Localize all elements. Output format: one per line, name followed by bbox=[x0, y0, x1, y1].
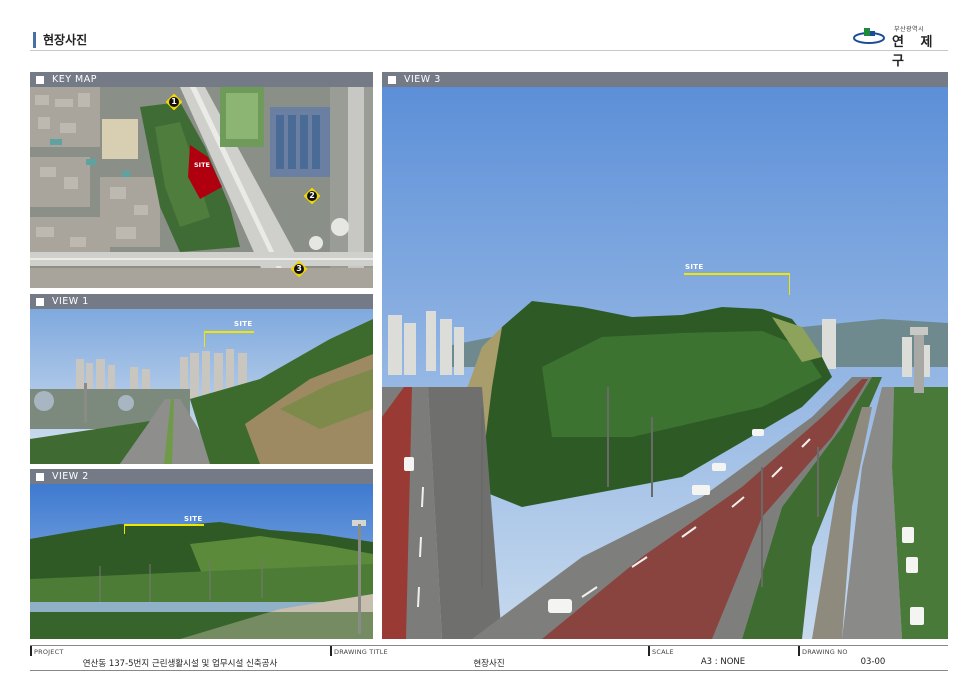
cell-marker bbox=[330, 646, 332, 656]
view2-panel: VIEW 2 SITE bbox=[30, 469, 373, 639]
view1-photo-graphic bbox=[30, 309, 373, 464]
drawing-title-label: DRAWING TITLE bbox=[334, 648, 388, 656]
scale-value: A3 : NONE bbox=[700, 657, 746, 667]
view3-site-tick bbox=[789, 273, 790, 295]
view1-title: VIEW 1 bbox=[52, 296, 89, 307]
cell-marker bbox=[30, 646, 32, 656]
page-title: 현장사진 bbox=[33, 32, 87, 48]
cell-marker bbox=[798, 646, 800, 656]
drawing-no-value: 03-00 bbox=[860, 657, 886, 667]
view2-site-tick bbox=[124, 524, 125, 534]
district-emblem-icon bbox=[853, 28, 885, 44]
view-marker-2: 2 bbox=[304, 188, 320, 204]
view3-site-line bbox=[684, 273, 790, 275]
project-value: 연산동 137-5번지 근린생활시설 및 업무시설 신축공사 bbox=[82, 659, 278, 669]
aerial-map-graphic bbox=[30, 87, 373, 288]
view2-header: VIEW 2 bbox=[30, 469, 373, 484]
view3-panel: VIEW 3 SITE bbox=[382, 72, 948, 639]
keymap-panel: KEY MAP SITE 1 2 3 bbox=[30, 72, 373, 288]
view3-photo: SITE bbox=[382, 87, 948, 639]
panel-square-icon bbox=[36, 75, 44, 84]
view3-photo-graphic bbox=[382, 87, 948, 639]
panel-square-icon bbox=[36, 297, 44, 306]
district-logo: 부산광역시 연 제 구 bbox=[852, 22, 948, 69]
logo-title: 연 제 구 bbox=[892, 35, 939, 69]
view-marker-1: 1 bbox=[166, 94, 182, 110]
drawing-no-cell: DRAWING NO 03-00 bbox=[798, 646, 948, 670]
keymap-title: KEY MAP bbox=[52, 74, 97, 85]
header-divider bbox=[30, 50, 948, 51]
view2-title: VIEW 2 bbox=[52, 471, 89, 482]
view1-panel: VIEW 1 SITE bbox=[30, 294, 373, 464]
drawing-title-cell: DRAWING TITLE 현장사진 bbox=[330, 646, 648, 670]
project-cell: PROJECT 연산동 137-5번지 근린생활시설 및 업무시설 신축공사 bbox=[30, 646, 330, 670]
view3-title: VIEW 3 bbox=[404, 74, 441, 85]
title-block: PROJECT 연산동 137-5번지 근린생활시설 및 업무시설 신축공사 D… bbox=[30, 645, 948, 671]
scale-cell: SCALE A3 : NONE bbox=[648, 646, 798, 670]
view2-photo: SITE bbox=[30, 484, 373, 639]
view3-site-label: SITE bbox=[685, 263, 704, 271]
marker-number: 1 bbox=[171, 97, 177, 106]
view2-site-line bbox=[124, 524, 204, 526]
marker-number: 2 bbox=[309, 191, 315, 200]
scale-label: SCALE bbox=[652, 648, 674, 656]
keymap-header: KEY MAP bbox=[30, 72, 373, 87]
project-label: PROJECT bbox=[34, 648, 64, 656]
keymap-site-label: SITE bbox=[194, 161, 210, 169]
view2-site-label: SITE bbox=[184, 515, 203, 523]
marker-number: 3 bbox=[296, 264, 302, 273]
panel-square-icon bbox=[36, 472, 44, 481]
view1-photo: SITE bbox=[30, 309, 373, 464]
view1-site-label: SITE bbox=[234, 320, 253, 328]
view1-header: VIEW 1 bbox=[30, 294, 373, 309]
view3-header: VIEW 3 bbox=[382, 72, 948, 87]
keymap-image: SITE 1 2 3 bbox=[30, 87, 373, 288]
view1-site-tick bbox=[204, 331, 205, 347]
drawing-title-value: 현장사진 bbox=[473, 659, 505, 669]
view1-site-line bbox=[204, 331, 254, 333]
cell-marker bbox=[648, 646, 650, 656]
view-marker-3: 3 bbox=[291, 261, 307, 277]
panel-square-icon bbox=[388, 75, 396, 84]
view2-photo-graphic bbox=[30, 484, 373, 639]
drawing-no-label: DRAWING NO bbox=[802, 648, 848, 656]
